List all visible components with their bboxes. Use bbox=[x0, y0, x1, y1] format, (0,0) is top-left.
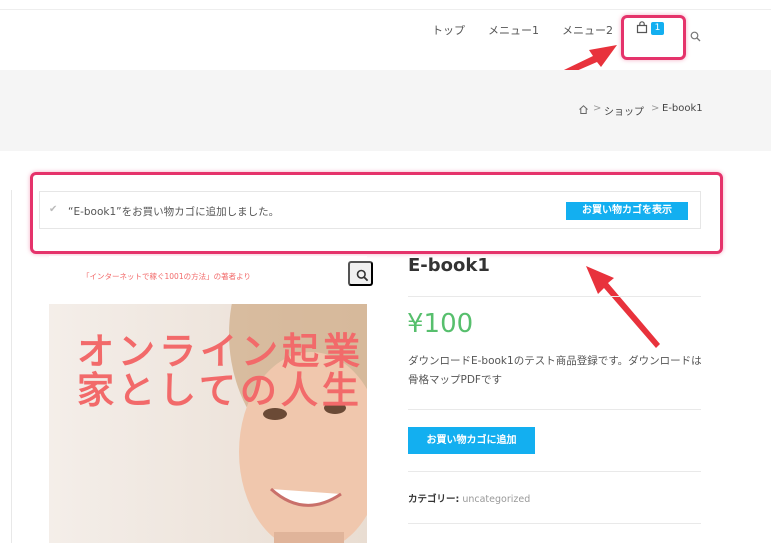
content-left-border bbox=[11, 190, 12, 543]
product-description: ダウンロードE-book1のテスト商品登録です。ダウンロードは骨格マップPDFで… bbox=[408, 355, 702, 386]
category-label: カテゴリー: bbox=[408, 494, 460, 505]
cart-highlight-box bbox=[621, 15, 686, 60]
divider bbox=[408, 296, 701, 297]
search-icon[interactable] bbox=[690, 31, 701, 42]
nav-top[interactable]: トップ bbox=[432, 22, 465, 38]
zoom-button[interactable] bbox=[348, 261, 373, 286]
breadcrumb-separator: > bbox=[651, 103, 660, 114]
add-to-cart-button[interactable]: お買い物カゴに追加 bbox=[408, 427, 535, 454]
divider bbox=[408, 409, 701, 410]
notice-highlight-box bbox=[30, 172, 723, 254]
category-link[interactable]: uncategorized bbox=[462, 494, 530, 505]
magnifier-icon bbox=[356, 269, 369, 282]
divider bbox=[408, 523, 701, 524]
nav-menu2[interactable]: メニュー2 bbox=[562, 22, 613, 38]
product-price: ¥100 bbox=[407, 309, 474, 339]
divider bbox=[408, 471, 701, 472]
breadcrumb-shop[interactable]: ショップ bbox=[604, 103, 644, 118]
product-title: E-book1 bbox=[408, 255, 490, 276]
image-title: オンライン起業家としての人生 bbox=[77, 330, 364, 412]
breadcrumb-current: E-book1 bbox=[662, 103, 703, 114]
image-caption: 「インターネットで稼ぐ1001の方法」の著者より bbox=[82, 272, 251, 281]
product-image[interactable]: 「インターネットで稼ぐ1001の方法」の著者より オンライン起業家としての人生 bbox=[49, 256, 367, 543]
product-category: カテゴリー: uncategorized bbox=[408, 491, 530, 505]
arrow-to-notice bbox=[586, 266, 660, 348]
breadcrumb-separator: > bbox=[593, 103, 602, 114]
nav-menu1[interactable]: メニュー1 bbox=[488, 22, 539, 38]
top-strip bbox=[0, 0, 771, 10]
home-icon[interactable] bbox=[578, 104, 589, 115]
